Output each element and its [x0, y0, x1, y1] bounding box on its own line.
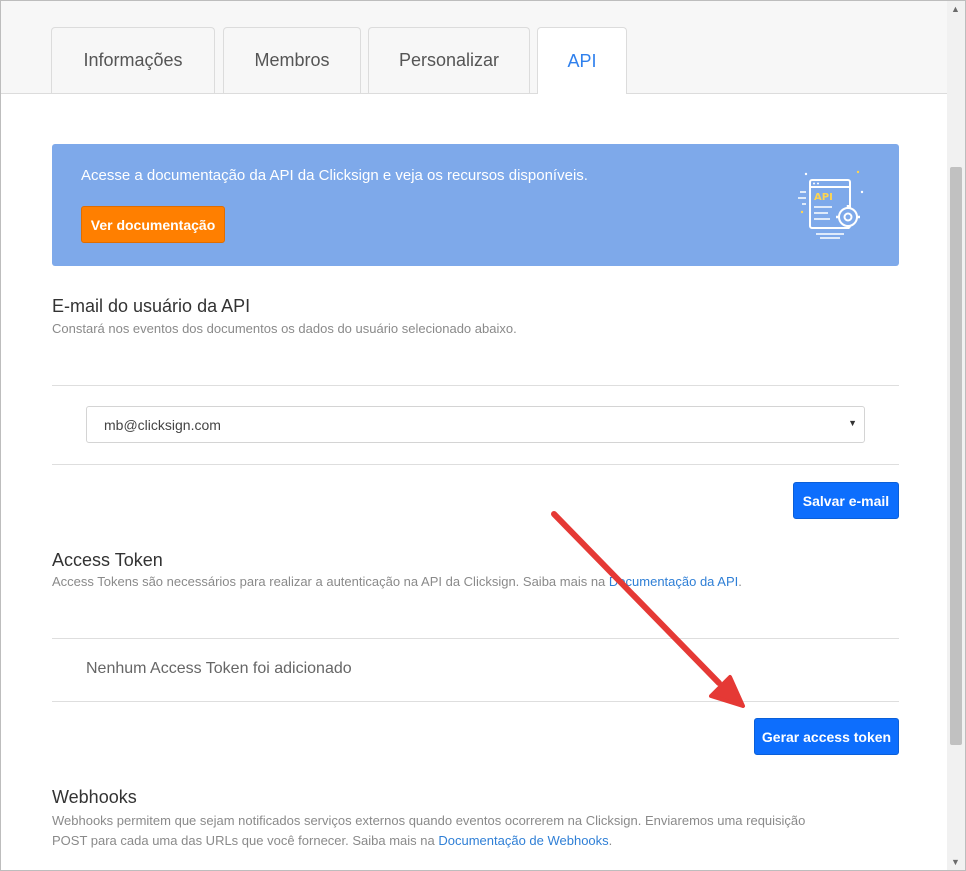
description-suffix: .	[608, 833, 613, 848]
view-docs-button[interactable]: Ver documentação	[81, 206, 225, 243]
webhooks-docs-link[interactable]: Documentação de Webhooks	[438, 833, 608, 848]
divider	[52, 464, 899, 465]
tab-bar: Informações Membros Personalizar API	[1, 1, 947, 94]
email-section-description: Constará nos eventos dos documentos os d…	[52, 321, 517, 336]
api-docs-banner: Acesse a documentação da API da Clicksig…	[52, 144, 899, 266]
scroll-up-icon[interactable]: ▲	[951, 4, 960, 14]
scrollbar-thumb[interactable]	[950, 167, 962, 745]
divider	[52, 385, 899, 386]
email-section-title: E-mail do usuário da API	[52, 296, 251, 316]
tab-personalizar[interactable]: Personalizar	[368, 27, 530, 93]
access-token-section-description: Access Tokens são necessários para reali…	[52, 574, 742, 589]
webhooks-description-line2-text: POST para cada uma das URLs que você for…	[52, 833, 439, 848]
vertical-scrollbar[interactable]: ▲ ▼	[947, 1, 965, 870]
scroll-down-icon[interactable]: ▼	[951, 857, 960, 867]
api-illustration-label: API	[814, 192, 833, 203]
api-user-email-select[interactable]: mb@clicksign.com ▼	[86, 406, 865, 443]
api-docs-link[interactable]: Documentação da API	[609, 574, 738, 589]
api-gear-icon: API	[798, 170, 864, 239]
api-settings-panel: Acesse a documentação da API da Clicksig…	[1, 94, 947, 870]
selected-email: mb@clicksign.com	[104, 416, 221, 433]
divider	[52, 638, 899, 639]
empty-tokens-message: Nenhum Access Token foi adicionado	[86, 660, 352, 677]
generate-access-token-button[interactable]: Gerar access token	[754, 718, 899, 755]
tab-informacoes[interactable]: Informações	[51, 27, 215, 93]
save-email-button[interactable]: Salvar e-mail	[793, 482, 899, 519]
divider	[52, 701, 899, 702]
access-token-description-text: Access Tokens são necessários para reali…	[52, 574, 609, 589]
caret-down-icon: ▼	[848, 418, 857, 428]
webhooks-section-description: Webhooks permitem que sejam notificados …	[52, 811, 892, 851]
description-suffix: .	[738, 574, 742, 589]
banner-text: Acesse a documentação da API da Clicksig…	[81, 167, 588, 184]
webhooks-description-line1: Webhooks permitem que sejam notificados …	[52, 813, 806, 828]
webhooks-section-title: Webhooks	[52, 787, 137, 807]
tab-membros[interactable]: Membros	[223, 27, 361, 93]
webhooks-description-line2: POST para cada uma das URLs que você for…	[52, 831, 892, 851]
access-token-section-title: Access Token	[52, 550, 163, 570]
tab-api[interactable]: API	[537, 27, 627, 94]
settings-window: Informações Membros Personalizar API Ace…	[0, 0, 966, 871]
